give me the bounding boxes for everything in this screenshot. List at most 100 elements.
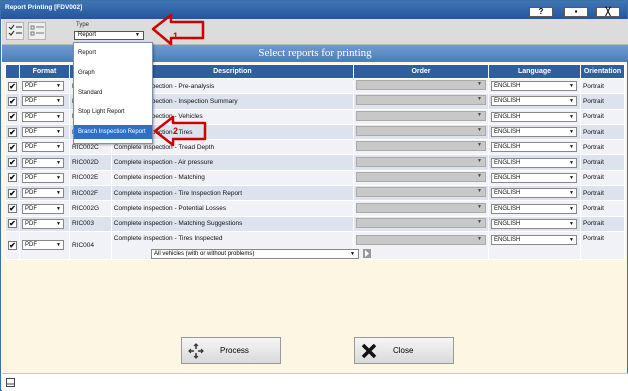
type-select[interactable]: Report ▼ — [74, 31, 144, 40]
format-value: PDF — [25, 242, 37, 249]
language-select[interactable]: ENGLISH ▼ — [491, 111, 577, 122]
close-label: Close — [393, 346, 414, 355]
row-checkbox[interactable]: ✔ — [8, 173, 17, 183]
callout-number-1: 1 — [173, 31, 179, 41]
order-select[interactable]: ▼ — [356, 187, 486, 198]
language-select[interactable]: ENGLISH ▼ — [491, 127, 577, 138]
row-checkbox[interactable]: ✔ — [8, 219, 17, 229]
row-checkbox[interactable]: ✔ — [8, 127, 17, 137]
order-cell: ▼ — [353, 169, 489, 187]
chevron-down-icon: ▼ — [569, 174, 574, 181]
format-select[interactable]: PDF ▼ — [22, 96, 64, 107]
report-code: RIC002E — [68, 169, 112, 187]
order-select[interactable]: ▼ — [356, 110, 486, 121]
row-checkbox[interactable]: ✔ — [8, 158, 17, 168]
chevron-down-icon: ▼ — [477, 127, 482, 134]
row-checkbox[interactable]: ✔ — [8, 96, 17, 106]
format-select[interactable]: PDF ▼ — [22, 240, 64, 251]
format-select[interactable]: PDF ▼ — [22, 188, 64, 199]
vehicle-filter-value: All vehicles (with or without problems) — [154, 251, 255, 257]
format-cell: PDF ▼ — [19, 169, 70, 187]
language-select[interactable]: ENGLISH ▼ — [491, 172, 577, 183]
row-checkbox[interactable]: ✔ — [8, 240, 17, 250]
orientation-value: Portrait — [579, 230, 626, 260]
row-checkbox-cell: ✔ — [5, 108, 20, 125]
col-orientation: Orientation — [579, 64, 626, 79]
status-bar — [2, 373, 628, 391]
language-select[interactable]: ENGLISH ▼ — [491, 81, 577, 92]
list-icon[interactable] — [28, 22, 46, 40]
dropdown-option-stop-light[interactable]: Stop Light Report — [74, 105, 152, 119]
order-cell: ▼ — [353, 93, 489, 110]
report-description: Complete inspection - Matching — [110, 169, 355, 187]
language-cell: ENGLISH ▼ — [488, 123, 581, 141]
filter-go-button[interactable] — [363, 249, 371, 258]
process-button[interactable]: Process — [181, 337, 281, 364]
language-select[interactable]: ENGLISH ▼ — [491, 142, 577, 153]
chevron-down-icon: ▼ — [569, 129, 574, 136]
chevron-down-icon: ▼ — [477, 218, 482, 225]
chevron-down-icon: ▼ — [56, 98, 61, 105]
row-checkbox[interactable]: ✔ — [8, 142, 17, 152]
row-checkbox[interactable]: ✔ — [8, 112, 17, 122]
language-select[interactable]: ENGLISH ▼ — [491, 188, 577, 199]
report-printing-window: Report Printing [FDV002] ? ▪ ╳ Type Repo… — [0, 0, 628, 391]
language-value: ENGLISH — [494, 174, 521, 181]
format-value: PDF — [25, 83, 37, 90]
language-select[interactable]: ENGLISH ▼ — [491, 157, 577, 168]
format-cell: PDF ▼ — [19, 215, 70, 232]
format-cell: PDF ▼ — [19, 154, 70, 171]
orientation-value: Portrait — [579, 200, 626, 217]
dropdown-option-standard[interactable]: Standard — [74, 86, 152, 100]
row-checkbox[interactable]: ✔ — [8, 188, 17, 198]
vehicle-filter-select[interactable]: All vehicles (with or without problems) … — [151, 249, 359, 259]
order-cell: ▼ — [353, 77, 489, 95]
dropdown-option-report[interactable]: Report — [74, 46, 152, 60]
row-checkbox[interactable]: ✔ — [8, 81, 17, 91]
chevron-down-icon: ▼ — [56, 129, 61, 136]
camera-button[interactable]: ▪ — [564, 7, 588, 17]
language-select[interactable]: ENGLISH ▼ — [491, 234, 577, 245]
order-select[interactable]: ▼ — [356, 234, 486, 245]
order-select[interactable]: ▼ — [356, 126, 486, 137]
chevron-down-icon: ▼ — [56, 190, 61, 197]
format-select[interactable]: PDF ▼ — [22, 172, 64, 183]
order-select[interactable]: ▼ — [356, 156, 486, 167]
chevron-down-icon: ▼ — [477, 142, 482, 149]
dropdown-option-graph[interactable]: Graph — [74, 66, 152, 80]
format-select[interactable]: PDF ▼ — [22, 203, 64, 214]
close-window-button[interactable]: ╳ — [596, 7, 620, 17]
close-button[interactable]: Close — [354, 337, 454, 364]
language-value: ENGLISH — [494, 113, 521, 120]
format-select[interactable]: PDF ▼ — [22, 157, 64, 168]
checklist-icon[interactable] — [6, 22, 24, 40]
order-select[interactable]: ▼ — [356, 202, 486, 213]
order-select[interactable]: ▼ — [356, 80, 486, 91]
format-select[interactable]: PDF ▼ — [22, 81, 64, 92]
language-cell: ENGLISH ▼ — [488, 169, 581, 187]
format-cell: PDF ▼ — [19, 139, 70, 156]
order-select[interactable]: ▼ — [356, 171, 486, 182]
chevron-down-icon: ▼ — [569, 159, 574, 166]
format-value: PDF — [25, 220, 37, 227]
row-checkbox-cell: ✔ — [5, 185, 20, 202]
report-code: RIC003 — [68, 215, 112, 232]
format-select[interactable]: PDF ▼ — [22, 127, 64, 138]
chevron-down-icon: ▼ — [56, 205, 61, 212]
row-checkbox-cell: ✔ — [5, 139, 20, 156]
dropdown-option-branch-inspection[interactable]: Branch Inspection Report — [74, 125, 152, 139]
format-select[interactable]: PDF ▼ — [22, 218, 64, 229]
row-checkbox[interactable]: ✔ — [8, 204, 17, 214]
order-select[interactable]: ▼ — [356, 141, 486, 152]
order-select[interactable]: ▼ — [356, 217, 486, 228]
language-select[interactable]: ENGLISH ▼ — [491, 203, 577, 214]
format-select[interactable]: PDF ▼ — [22, 111, 64, 122]
language-select[interactable]: ENGLISH ▼ — [491, 218, 577, 229]
report-description: Complete inspection - Matching Suggestio… — [110, 215, 355, 232]
order-cell: ▼ — [353, 185, 489, 202]
help-button[interactable]: ? — [529, 7, 553, 17]
order-select[interactable]: ▼ — [356, 95, 486, 106]
chevron-down-icon: ▼ — [569, 144, 574, 151]
language-select[interactable]: ENGLISH ▼ — [491, 96, 577, 107]
format-select[interactable]: PDF ▼ — [22, 142, 64, 153]
